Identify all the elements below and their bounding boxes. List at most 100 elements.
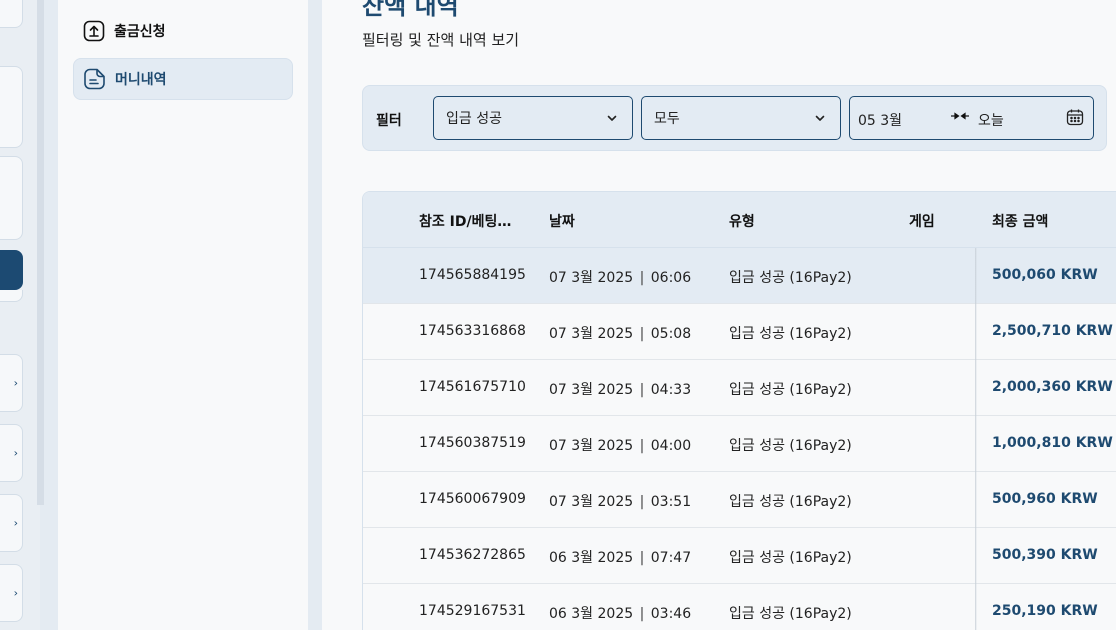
chevron-right-icon: › xyxy=(13,516,18,530)
cell-time: 06:06 xyxy=(650,270,692,286)
history-table: 참조 ID/베팅… 날짜 유형 게임 최종 금액 174565884195 07… xyxy=(362,191,1116,630)
separator: | xyxy=(639,270,645,286)
date-from[interactable]: 05 3월 xyxy=(858,110,902,130)
cell-date: 06 3월 2025 | 07:47 xyxy=(549,547,691,567)
table-row[interactable]: 174560387519 07 3월 2025 | 04:00 입금 성공 (1… xyxy=(363,416,1116,472)
left-card xyxy=(0,66,23,148)
cell-day: 06 3월 2025 xyxy=(549,606,634,622)
left-card xyxy=(0,0,23,28)
document-icon xyxy=(83,67,107,91)
sidebar-item-label: 머니내역 xyxy=(115,72,167,88)
cell-time: 04:33 xyxy=(650,382,692,398)
cell-ref-id: 174561675710 xyxy=(419,379,526,395)
type-select[interactable]: 모두 xyxy=(641,96,841,140)
cell-ref-id: 174563316868 xyxy=(419,323,526,339)
cell-amount: 500,960 KRW xyxy=(992,491,1098,507)
cell-ref-id: 174560387519 xyxy=(419,435,526,451)
cell-ref-id: 174560067909 xyxy=(419,491,526,507)
header-date[interactable]: 날짜 xyxy=(549,211,575,231)
cell-type: 입금 성공 (16Pay2) xyxy=(729,438,852,454)
chevron-right-icon: › xyxy=(13,446,18,460)
cell-date: 07 3월 2025 | 06:06 xyxy=(549,267,691,287)
cell-day: 07 3월 2025 xyxy=(549,270,634,286)
cell-day: 07 3월 2025 xyxy=(549,438,634,454)
cell-amount: 2,500,710 KRW xyxy=(992,323,1113,339)
cell-time: 03:51 xyxy=(650,494,692,510)
left-card xyxy=(0,156,23,240)
date-range-picker[interactable]: 05 3월 오늘 xyxy=(849,96,1094,140)
cell-amount: 250,190 KRW xyxy=(992,603,1098,619)
cell-ref-id: 174565884195 xyxy=(419,267,526,283)
left-card xyxy=(0,290,23,302)
left-expand-item[interactable]: › xyxy=(0,564,23,622)
cell-type: 입금 성공 (16Pay2) xyxy=(729,326,852,342)
table-row[interactable]: 174563316868 07 3월 2025 | 05:08 입금 성공 (1… xyxy=(363,304,1116,360)
divider xyxy=(308,0,322,630)
header-type[interactable]: 유형 xyxy=(729,211,755,231)
sidebar-item-withdrawal[interactable]: 출금신청 xyxy=(73,10,293,52)
main-content: 잔액 내역 필터링 및 잔액 내역 보기 필터 입금 성공 모두 05 3월 오… xyxy=(322,0,1116,630)
cell-day: 07 3월 2025 xyxy=(549,382,634,398)
cell-type: 입금 성공 (16Pay2) xyxy=(729,550,852,566)
column-shadow xyxy=(975,248,977,630)
cell-type: 입금 성공 (16Pay2) xyxy=(729,382,852,398)
filter-bar: 필터 입금 성공 모두 05 3월 오늘 xyxy=(362,85,1107,151)
calendar-icon[interactable] xyxy=(1066,108,1084,130)
table-row[interactable]: 174565884195 07 3월 2025 | 06:06 입금 성공 (1… xyxy=(363,248,1116,304)
date-to[interactable]: 오늘 xyxy=(978,110,1004,130)
cell-time: 04:00 xyxy=(650,438,692,454)
upload-icon xyxy=(82,19,106,43)
cell-type: 입금 성공 (16Pay2) xyxy=(729,270,852,286)
status-select-value: 입금 성공 xyxy=(446,111,502,127)
cell-type: 입금 성공 (16Pay2) xyxy=(729,606,852,622)
cell-amount: 1,000,810 KRW xyxy=(992,435,1113,451)
left-expand-item[interactable]: › xyxy=(0,354,23,412)
chevron-right-icon: › xyxy=(13,376,18,390)
cell-time: 07:47 xyxy=(650,550,692,566)
cell-amount: 500,060 KRW xyxy=(992,267,1098,283)
cell-date: 07 3월 2025 | 05:08 xyxy=(549,323,691,343)
left-expand-item[interactable]: › xyxy=(0,424,23,482)
separator: | xyxy=(639,606,645,622)
type-select-value: 모두 xyxy=(654,111,680,127)
cell-amount: 500,390 KRW xyxy=(992,547,1098,563)
left-dark-button[interactable] xyxy=(0,250,23,290)
header-amount[interactable]: 최종 금액 xyxy=(992,211,1048,231)
filter-label: 필터 xyxy=(376,113,402,129)
cell-day: 07 3월 2025 xyxy=(549,326,634,342)
cell-ref-id: 174529167531 xyxy=(419,603,526,619)
chevron-right-icon: › xyxy=(13,586,18,600)
table-row[interactable]: 174561675710 07 3월 2025 | 04:33 입금 성공 (1… xyxy=(363,360,1116,416)
header-ref-id[interactable]: 참조 ID/베팅… xyxy=(419,211,511,231)
status-select[interactable]: 입금 성공 xyxy=(433,96,633,140)
separator: | xyxy=(639,550,645,566)
scrollbar[interactable] xyxy=(37,0,44,505)
separator: | xyxy=(639,382,645,398)
cell-date: 06 3월 2025 | 03:46 xyxy=(549,603,691,623)
sidebar-item-label: 출금신청 xyxy=(114,24,166,40)
cell-time: 05:08 xyxy=(650,326,692,342)
cell-date: 07 3월 2025 | 03:51 xyxy=(549,491,691,511)
cell-day: 07 3월 2025 xyxy=(549,494,634,510)
separator: | xyxy=(639,494,645,510)
table-row[interactable]: 174529167531 06 3월 2025 | 03:46 입금 성공 (1… xyxy=(363,584,1116,630)
table-header: 참조 ID/베팅… 날짜 유형 게임 최종 금액 xyxy=(363,192,1116,248)
left-panel: › › › › xyxy=(0,0,40,630)
table-row[interactable]: 174560067909 07 3월 2025 | 03:51 입금 성공 (1… xyxy=(363,472,1116,528)
cell-time: 03:46 xyxy=(650,606,692,622)
cell-date: 07 3월 2025 | 04:00 xyxy=(549,435,691,455)
cell-type: 입금 성공 (16Pay2) xyxy=(729,494,852,510)
separator: | xyxy=(639,438,645,454)
table-row[interactable]: 174536272865 06 3월 2025 | 07:47 입금 성공 (1… xyxy=(363,528,1116,584)
range-arrows-icon xyxy=(950,109,970,127)
sidebar: 출금신청 머니내역 xyxy=(58,0,308,630)
chevron-down-icon xyxy=(814,112,826,128)
page-title: 잔액 내역 xyxy=(362,0,459,20)
sidebar-item-money-history[interactable]: 머니내역 xyxy=(73,58,293,100)
cell-date: 07 3월 2025 | 04:33 xyxy=(549,379,691,399)
cell-amount: 2,000,360 KRW xyxy=(992,379,1113,395)
left-expand-item[interactable]: › xyxy=(0,494,23,552)
chevron-down-icon xyxy=(606,112,618,128)
header-game[interactable]: 게임 xyxy=(909,211,935,231)
cell-day: 06 3월 2025 xyxy=(549,550,634,566)
